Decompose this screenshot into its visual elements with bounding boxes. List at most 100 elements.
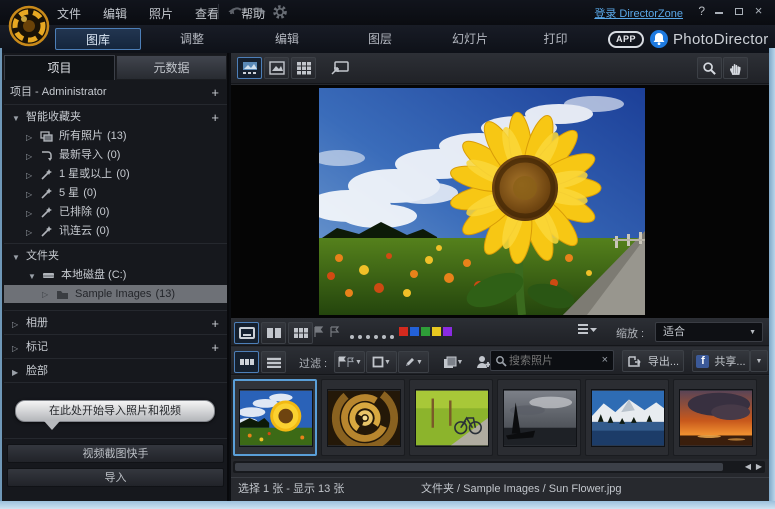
- tree-item-local-disk[interactable]: ▼ 本地磁盘 (C:): [4, 267, 227, 284]
- tab-library[interactable]: 图库: [55, 28, 141, 50]
- scroll-left-icon[interactable]: ◀: [745, 462, 751, 472]
- color-label-blue[interactable]: [410, 327, 419, 336]
- rating-dot[interactable]: [350, 335, 354, 339]
- rating-dot[interactable]: [390, 335, 394, 339]
- compare-view-button[interactable]: [261, 322, 286, 344]
- tree-item-project[interactable]: 项目 - Administrator +: [4, 84, 227, 101]
- tab-layers[interactable]: 图层: [350, 28, 410, 50]
- tab-project[interactable]: 项目: [4, 55, 115, 80]
- login-directorzone-link[interactable]: 登录 DirectorZone: [594, 5, 683, 21]
- tab-metadata[interactable]: 元数据: [116, 55, 227, 80]
- add-project-button[interactable]: +: [211, 84, 219, 101]
- expand-arrow-icon[interactable]: ▷: [26, 167, 32, 184]
- menu-view[interactable]: 查看: [195, 5, 219, 22]
- flag-filter-button[interactable]: ▼: [334, 351, 365, 373]
- export-button[interactable]: 导出...: [622, 350, 684, 372]
- label-filter-button[interactable]: ▼: [366, 351, 397, 373]
- expand-arrow-icon[interactable]: ▼: [28, 268, 36, 285]
- scroll-right-icon[interactable]: ▶: [756, 462, 762, 472]
- zoom-tool-button[interactable]: [697, 57, 722, 79]
- multi-view-button[interactable]: [288, 322, 313, 344]
- redo-icon[interactable]: [250, 4, 266, 20]
- settings-gear-icon[interactable]: [272, 4, 288, 20]
- tree-item-smart-collection[interactable]: ▼ 智能收藏夹 +: [4, 109, 227, 126]
- thumbnail-strip-button[interactable]: [234, 351, 259, 373]
- menu-file[interactable]: 文件: [57, 5, 81, 22]
- add-smart-collection-button[interactable]: +: [211, 109, 219, 126]
- pan-hand-button[interactable]: [723, 57, 748, 79]
- minimize-button[interactable]: [710, 4, 727, 19]
- tab-print[interactable]: 打印: [528, 28, 583, 50]
- grid-view-button[interactable]: [291, 57, 316, 79]
- expand-arrow-icon[interactable]: ▷: [26, 186, 32, 203]
- expand-arrow-icon[interactable]: ▷: [26, 148, 32, 165]
- import-button[interactable]: 导入: [7, 468, 224, 487]
- list-view-button[interactable]: [261, 351, 286, 373]
- tree-item-rejected[interactable]: ▷ 已排除(0): [4, 204, 227, 221]
- rating-dot[interactable]: [358, 335, 362, 339]
- tree-item-5-star[interactable]: ▷ 5 星(0): [4, 185, 227, 202]
- video-snapshot-button[interactable]: 视频截图快手: [7, 444, 224, 463]
- thumbnail-mountain-lake[interactable]: [585, 379, 669, 456]
- expand-arrow-icon[interactable]: ▷: [26, 129, 32, 146]
- add-album-button[interactable]: +: [211, 315, 219, 332]
- maximize-button[interactable]: [730, 4, 747, 19]
- flag-pick-icon[interactable]: [313, 326, 325, 338]
- tab-adjustment[interactable]: 调整: [162, 28, 222, 50]
- menu-photo[interactable]: 照片: [149, 5, 173, 22]
- help-button[interactable]: ?: [698, 4, 705, 18]
- tree-item-albums[interactable]: ▷ 相册 +: [4, 315, 227, 332]
- expand-arrow-icon[interactable]: ▷: [42, 286, 48, 304]
- rating-dot[interactable]: [374, 335, 378, 339]
- color-label-green[interactable]: [421, 327, 430, 336]
- tree-item-cyberlink-cloud[interactable]: ▷ 讯连云(0): [4, 223, 227, 240]
- expand-arrow-icon[interactable]: ▼: [12, 110, 20, 127]
- undo-icon[interactable]: [228, 4, 244, 20]
- expand-arrow-icon[interactable]: ▷: [12, 340, 18, 357]
- thumbnail-sunflower[interactable]: [233, 379, 317, 456]
- thumbnail-canoe-lake[interactable]: [497, 379, 581, 456]
- tab-slideshow[interactable]: 幻灯片: [435, 28, 505, 50]
- share-menu-button[interactable]: ▼: [750, 350, 768, 372]
- color-label-red[interactable]: [399, 327, 408, 336]
- add-tag-button[interactable]: +: [211, 339, 219, 356]
- tree-item-all-photos[interactable]: ▷ 所有照片(13): [4, 128, 227, 145]
- edited-filter-button[interactable]: ▼: [398, 351, 429, 373]
- clear-search-icon[interactable]: ×: [602, 354, 608, 366]
- tree-item-sample-images[interactable]: ▷ Sample Images(13): [4, 285, 227, 303]
- tree-item-tags[interactable]: ▷ 标记 +: [4, 339, 227, 356]
- tree-item-faces[interactable]: ▶ 脸部: [4, 363, 227, 380]
- rating-dot[interactable]: [382, 335, 386, 339]
- thumbnail-bicycle-field[interactable]: [409, 379, 493, 456]
- sort-menu-button[interactable]: [576, 322, 600, 342]
- color-label-yellow[interactable]: [432, 327, 441, 336]
- zoom-level-dropdown[interactable]: 适合 ▼: [655, 322, 763, 342]
- tab-edit[interactable]: 编辑: [257, 28, 317, 50]
- color-label-menu-button[interactable]: ▼: [437, 351, 469, 373]
- search-input[interactable]: [509, 352, 595, 369]
- single-view-button[interactable]: [234, 322, 259, 344]
- thumbnail-spiral-staircase[interactable]: [321, 379, 405, 456]
- single-viewer-button[interactable]: [264, 57, 289, 79]
- color-label-purple[interactable]: [443, 327, 452, 336]
- close-button[interactable]: ×: [750, 4, 767, 19]
- tree-item-1-star-or-more[interactable]: ▷ 1 星或以上(0): [4, 166, 227, 183]
- thumbnail-sunset-clouds[interactable]: [673, 379, 757, 456]
- menu-edit[interactable]: 编辑: [103, 5, 127, 22]
- app-badge[interactable]: APP: [608, 31, 644, 48]
- expand-arrow-icon[interactable]: ▷: [26, 205, 32, 222]
- flag-reject-icon[interactable]: [329, 326, 341, 338]
- scrollbar-thumb[interactable]: [235, 463, 723, 471]
- expand-arrow-icon[interactable]: ▶: [12, 364, 18, 381]
- dual-display-button[interactable]: [327, 57, 352, 79]
- expand-arrow-icon[interactable]: ▼: [12, 249, 20, 266]
- filmstrip-scrollbar[interactable]: ◀ ▶: [233, 461, 765, 473]
- expand-arrow-icon[interactable]: ▷: [12, 316, 18, 333]
- rating-dot[interactable]: [366, 335, 370, 339]
- tree-item-folders[interactable]: ▼ 文件夹: [4, 248, 227, 265]
- expand-arrow-icon[interactable]: ▷: [26, 224, 32, 241]
- tree-item-latest-import[interactable]: ▷ 最新导入(0): [4, 147, 227, 164]
- import-hint-tooltip[interactable]: 在此处开始导入照片和视频: [15, 400, 215, 422]
- share-button[interactable]: f 共享...: [692, 350, 750, 372]
- browser-view-button[interactable]: [237, 57, 262, 79]
